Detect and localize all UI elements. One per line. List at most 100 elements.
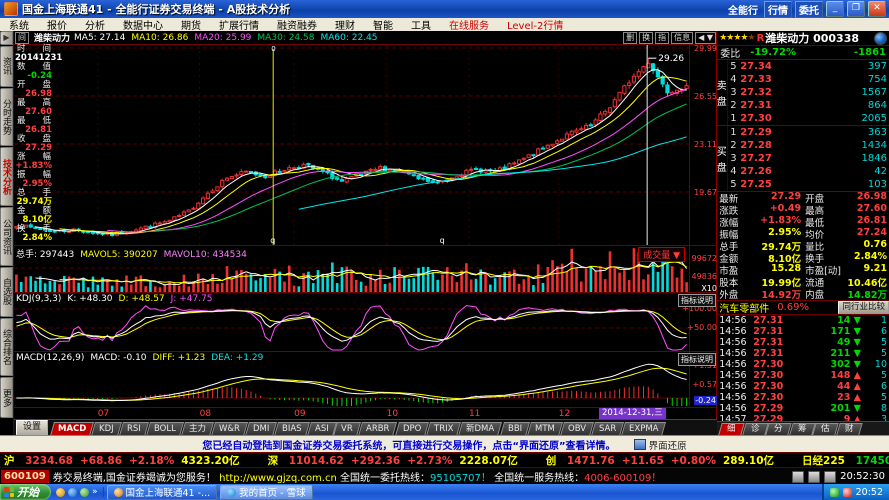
indicator-tab-vr[interactable]: VR — [333, 422, 361, 436]
titlebar-button-1[interactable]: 行情 — [764, 1, 792, 18]
sidebar-tab-6[interactable]: 更多 — [0, 377, 13, 418]
menu-item-6[interactable]: 融资融券 — [268, 17, 326, 32]
buy-row-3[interactable]: 327.271846 — [717, 152, 889, 165]
printer-icon[interactable] — [792, 471, 804, 483]
indicator-tab-arbr[interactable]: ARBR — [358, 422, 397, 436]
minimize-button[interactable]: _ — [826, 1, 844, 17]
sidebar-tab-2[interactable]: 技术分析 — [0, 147, 13, 206]
close-button[interactable]: ✕ — [868, 1, 886, 17]
volume-pane[interactable]: 总手: 297443MAVOL5: 390207MAVOL10: 434534 … — [14, 245, 717, 293]
bell-icon[interactable] — [808, 471, 820, 483]
quicklaunch-more[interactable]: » — [92, 487, 98, 497]
sell-row-5[interactable]: 527.34397 — [717, 60, 889, 73]
tick-row-3[interactable]: 14:5627.31211 ▼5 — [717, 348, 889, 359]
buy-row-5[interactable]: 527.25103 — [717, 178, 889, 191]
sell-row-2[interactable]: 227.31864 — [717, 99, 889, 112]
tick-row-4[interactable]: 14:5627.30302 ▼10 — [717, 359, 889, 370]
quote-tab-4[interactable]: 估 — [813, 423, 839, 435]
collapse-arrow-button[interactable]: ▶ — [0, 31, 13, 45]
buy-row-1[interactable]: 127.29363 — [717, 126, 889, 139]
macd-note-button[interactable]: 指标说明 — [678, 353, 716, 366]
chart-tool-button-2[interactable]: 指 — [655, 32, 669, 44]
menu-item-1[interactable]: 报价 — [38, 17, 76, 32]
indicator-tab-dpo[interactable]: DPO — [394, 422, 428, 436]
sector-compare-button[interactable]: 同行业比较 — [838, 301, 889, 314]
indicator-tab-bias[interactable]: BIAS — [274, 422, 310, 436]
sell-row-4[interactable]: 427.33754 — [717, 73, 889, 86]
chart-tool-button-0[interactable]: 删 — [623, 32, 637, 44]
menu-item-2[interactable]: 分析 — [76, 17, 114, 32]
indicator-tab-trix[interactable]: TRIX — [426, 422, 461, 436]
kdj-pane[interactable]: KDJ(9,3,3)K: +48.30D: +48.57J: +47.75 指标… — [14, 292, 717, 352]
buy-row-2[interactable]: 227.281434 — [717, 139, 889, 152]
indicator-tab-boll[interactable]: BOLL — [146, 422, 184, 436]
tick-row-2[interactable]: 14:5627.3149 ▼5 — [717, 337, 889, 348]
sidebar-tab-4[interactable]: 自选股 — [0, 267, 13, 317]
title-bar[interactable]: 国金上海联通41 - 全能行证券交易终端 - A股技术分析 全能行行情委托_❐✕ — [0, 0, 889, 18]
menu-item-11[interactable]: Level-2行情 — [498, 17, 572, 32]
indicator-tab-macd[interactable]: MACD — [50, 422, 94, 436]
indicator-tab-主力[interactable]: 主力 — [181, 422, 214, 436]
start-button[interactable]: 开始 — [0, 484, 51, 500]
restore-ui-button[interactable]: 界面还原 — [634, 438, 687, 452]
sidebar-tab-5[interactable]: 综合排名 — [0, 318, 13, 377]
period-button[interactable]: 间 — [15, 32, 29, 44]
macd-pane[interactable]: MACD(12,26,9)MACD: -0.10DIFF: +1.23DEA: … — [14, 351, 717, 408]
menu-item-10[interactable]: 在线服务 — [440, 17, 498, 32]
calendar-icon[interactable] — [824, 471, 836, 483]
indicator-tab-expma[interactable]: EXPMA — [621, 422, 666, 436]
titlebar-button-0[interactable]: 全能行 — [725, 2, 761, 17]
buy-row-4[interactable]: 427.2642 — [717, 165, 889, 178]
menu-item-3[interactable]: 数据中心 — [114, 17, 172, 32]
quote-tab-5[interactable]: 财 — [836, 423, 862, 435]
indicator-tab-rsi[interactable]: RSI — [119, 422, 149, 436]
kline-chart[interactable]: 0qq29.26 — [14, 45, 689, 246]
menu-item-5[interactable]: 扩展行情 — [210, 17, 268, 32]
chart-tool-button-1[interactable]: 换 — [639, 32, 653, 44]
menu-item-4[interactable]: 期货 — [172, 17, 210, 32]
quote-tab-2[interactable]: 分 — [766, 423, 792, 435]
restore-window-button[interactable]: ❐ — [847, 1, 865, 17]
indicator-tab-asi[interactable]: ASI — [307, 422, 337, 436]
sell-row-3[interactable]: 327.321567 — [717, 86, 889, 99]
kdj-note-button[interactable]: 指标说明 — [678, 294, 716, 307]
tray-icon-qq[interactable] — [843, 488, 852, 497]
quote-tab-3[interactable]: 筹 — [789, 423, 815, 435]
tick-row-9[interactable]: 14:5727.299 ▲3 — [717, 414, 889, 421]
indicator-tab-dmi[interactable]: DMI — [245, 422, 277, 436]
sidebar-tab-3[interactable]: 公司资讯 — [0, 207, 13, 266]
quicklaunch-icon-1[interactable] — [56, 488, 65, 497]
sidebar-tab-1[interactable]: 分时走势 — [0, 88, 13, 147]
indicator-tab-bbi[interactable]: BBI — [500, 422, 530, 436]
quicklaunch-icon-2[interactable] — [68, 488, 77, 497]
menu-item-7[interactable]: 理财 — [326, 17, 364, 32]
chart-tool-button-3[interactable]: 信息 — [671, 32, 693, 44]
tray-icon-messenger[interactable] — [830, 488, 839, 497]
indicator-tab-obv[interactable]: OBV — [560, 422, 594, 436]
indicator-tab-w&r[interactable]: W&R — [211, 422, 248, 436]
sector-name[interactable]: 汽车零部件 — [719, 300, 769, 315]
quote-tab-0[interactable]: 细 — [718, 423, 744, 435]
titlebar-button-2[interactable]: 委托 — [795, 1, 823, 18]
indicator-tab-sar[interactable]: SAR — [591, 422, 624, 436]
indicator-tab-新dma[interactable]: 新DMA — [458, 422, 502, 436]
tick-row-7[interactable]: 14:5627.3023 ▲5 — [717, 392, 889, 403]
quicklaunch-icon-3[interactable] — [80, 488, 89, 497]
quote-tab-1[interactable]: 诊 — [742, 423, 768, 435]
volume-selector-dropdown[interactable]: 成交量 ▼ — [638, 247, 685, 262]
tick-row-8[interactable]: 14:5627.29201 ▼8 — [717, 403, 889, 414]
settings-button[interactable]: 设置 — [16, 420, 48, 435]
tick-row-5[interactable]: 14:5627.30148 ▲5 — [717, 370, 889, 381]
menu-item-0[interactable]: 系统 — [0, 17, 38, 32]
chart-arrows[interactable]: ◀ ▼ — [695, 32, 716, 44]
indicator-tab-kdj[interactable]: KDJ — [91, 422, 122, 436]
globe-icon[interactable] — [874, 32, 887, 45]
indicator-tab-mtm[interactable]: MTM — [527, 422, 563, 436]
menu-item-9[interactable]: 工具 — [402, 17, 440, 32]
sell-row-1[interactable]: 127.302065 — [717, 112, 889, 125]
task-button-0[interactable]: 国金上海联通41 -... — [107, 485, 218, 500]
menu-item-8[interactable]: 智能 — [364, 17, 402, 32]
tick-list[interactable]: 14:5627.3114 ▼114:5627.31171 ▼614:5627.3… — [717, 314, 889, 421]
tick-row-0[interactable]: 14:5627.3114 ▼1 — [717, 315, 889, 326]
task-button-1[interactable]: 我的首页 - 雪球 — [220, 485, 312, 500]
